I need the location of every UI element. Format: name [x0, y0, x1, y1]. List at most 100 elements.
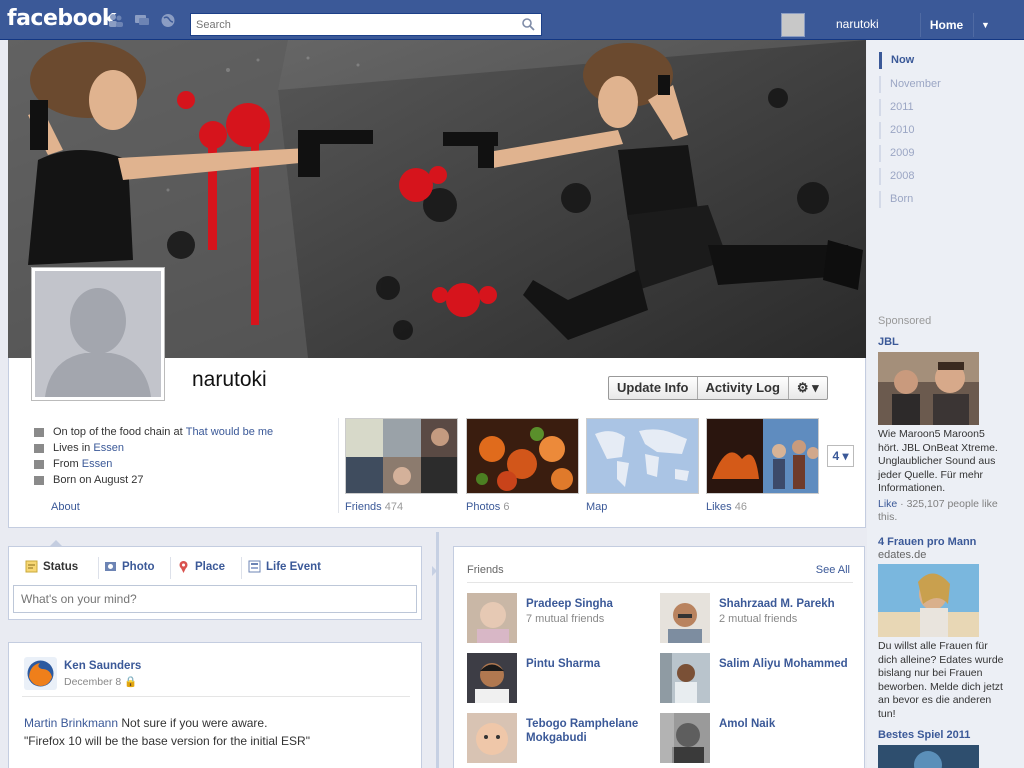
lives-in-link[interactable]: Essen	[93, 440, 124, 456]
friend-photo[interactable]	[467, 653, 517, 703]
ad-edates-title[interactable]: 4 Frauen pro Mann	[878, 536, 976, 548]
calendar-icon	[34, 475, 44, 485]
composer-tab-status[interactable]: Status	[25, 560, 78, 573]
notifications-globe-icon[interactable]	[160, 13, 176, 28]
map-tile-label[interactable]: Map	[586, 501, 607, 513]
mutual-friends-count[interactable]: 7 mutual friends	[526, 613, 604, 625]
ad-game-image[interactable]	[878, 745, 979, 768]
composer-divider	[98, 557, 99, 579]
ad-jbl-text: Wie Maroon5 Maroon5 hört. JBL OnBeat Xtr…	[878, 428, 998, 494]
composer-tab-photo[interactable]: Photo	[104, 560, 155, 573]
friend-item[interactable]: Tebogo Ramphelane Mokgabudi	[467, 713, 657, 763]
about-link[interactable]: About	[51, 501, 80, 513]
friend-photo[interactable]	[660, 713, 710, 763]
workplace-link[interactable]: That would be me	[186, 424, 273, 440]
photos-tile-label[interactable]: Photos 6	[466, 501, 509, 513]
post-author-name[interactable]: Ken Saunders	[64, 660, 141, 672]
friend-item[interactable]: Salim Aliyu Mohammed	[660, 653, 850, 703]
sponsored-heading: Sponsored	[878, 315, 932, 327]
friend-name[interactable]: Tebogo Ramphelane Mokgabudi	[526, 717, 661, 745]
firefox-logo-icon	[24, 657, 57, 690]
friend-item[interactable]: Pradeep Singha 7 mutual friends	[467, 593, 657, 643]
friends-box-heading[interactable]: Friends	[467, 564, 504, 576]
friend-name[interactable]: Pradeep Singha	[526, 597, 661, 611]
timeline-nav-2008[interactable]: 2008	[879, 168, 979, 185]
ad-jbl-likes: Like · 325,107 people like this.	[878, 498, 998, 523]
friend-name[interactable]: Shahrzaad M. Parekh	[719, 597, 854, 611]
profile-actions: Update Info Activity Log ⚙ ▾	[608, 376, 828, 400]
composer-tab-life-event[interactable]: Life Event	[248, 560, 321, 573]
mentioned-user-link[interactable]: Martin Brinkmann	[24, 716, 118, 730]
top-bar: facebook narutoki Home ▼	[0, 0, 1024, 40]
friend-name[interactable]: Pintu Sharma	[526, 657, 661, 671]
update-info-button[interactable]: Update Info	[609, 377, 698, 399]
friends-tile[interactable]	[345, 418, 458, 494]
account-menu-chevron-icon[interactable]: ▼	[973, 13, 997, 37]
ad-game-title[interactable]: Bestes Spiel 2011	[878, 729, 970, 741]
hometown-link[interactable]: Essen	[82, 456, 113, 472]
user-avatar[interactable]	[781, 13, 805, 37]
timeline-nav-2011[interactable]: 2011	[879, 99, 979, 116]
search-input[interactable]	[191, 14, 511, 35]
friend-photo[interactable]	[467, 713, 517, 763]
map-tile[interactable]	[586, 418, 699, 494]
place-pin-icon	[179, 561, 188, 573]
timeline-nav-november[interactable]: November	[879, 76, 979, 93]
info-row-born: Born on August 27	[30, 472, 330, 488]
friend-photo[interactable]	[660, 593, 710, 643]
friend-photo[interactable]	[660, 653, 710, 703]
home-button[interactable]: Home	[920, 13, 972, 37]
composer-tab-place[interactable]: Place	[177, 560, 225, 573]
friends-box: Friends See All Pradeep Singha 7 mutual …	[453, 546, 865, 768]
timeline-nav-2009[interactable]: 2009	[879, 145, 979, 162]
ad-jbl-like-button[interactable]: Like	[878, 498, 897, 510]
settings-gear-button[interactable]: ⚙ ▾	[789, 377, 827, 399]
default-avatar-silhouette-icon	[35, 271, 161, 397]
friend-requests-icon[interactable]	[108, 13, 124, 28]
photo-icon	[105, 562, 116, 571]
ad-jbl-title[interactable]: JBL	[878, 336, 899, 348]
likes-tile-label[interactable]: Likes 46	[706, 501, 747, 513]
activity-log-button[interactable]: Activity Log	[698, 377, 789, 399]
search-icon[interactable]	[521, 17, 535, 31]
friends-box-divider	[467, 582, 853, 583]
ad-edates-image[interactable]	[878, 564, 979, 637]
mutual-friends-count[interactable]: 2 mutual friends	[719, 613, 797, 625]
info-row-work: On top of the food chain at That would b…	[30, 424, 330, 440]
status-composer: Status Photo Place Life Event	[8, 540, 422, 620]
friend-item[interactable]: Pintu Sharma	[467, 653, 657, 703]
post-divider	[22, 696, 410, 697]
timeline-connector	[432, 566, 437, 576]
profile-picture[interactable]	[31, 267, 165, 401]
profile-info: On top of the food chain at That would b…	[30, 424, 330, 488]
post-author-avatar[interactable]	[24, 657, 57, 690]
timeline-nav-born[interactable]: Born	[879, 191, 979, 208]
friend-item[interactable]: Amol Naik	[660, 713, 850, 763]
friends-tile-label[interactable]: Friends 474	[345, 501, 403, 513]
see-all-friends-link[interactable]: See All	[816, 564, 850, 576]
timeline-post: Ken Saunders December 8 🔒 Martin Brinkma…	[8, 642, 422, 768]
messages-icon[interactable]	[134, 13, 150, 28]
timeline-nav-2010[interactable]: 2010	[879, 122, 979, 139]
post-date[interactable]: December 8 🔒	[64, 675, 137, 688]
info-row-from: From Essen	[30, 456, 330, 472]
ad-edates-domain[interactable]: edates.de	[878, 549, 926, 561]
timeline-nav-now[interactable]: Now	[879, 52, 979, 69]
friend-name[interactable]: Salim Aliyu Mohammed	[719, 657, 854, 671]
more-tiles-button[interactable]: 4 ▾	[827, 445, 854, 467]
composer-divider	[241, 557, 242, 579]
facebook-logo[interactable]: facebook	[7, 6, 117, 31]
friend-photo[interactable]	[467, 593, 517, 643]
friend-item[interactable]: Shahrzaad M. Parekh 2 mutual friends	[660, 593, 850, 643]
likes-tile[interactable]	[706, 418, 819, 494]
status-input[interactable]	[13, 585, 417, 613]
lock-privacy-icon[interactable]: 🔒	[124, 676, 137, 688]
info-divider	[338, 418, 339, 513]
post-text-line2: "Firefox 10 will be the base version for…	[24, 734, 310, 748]
user-name-link[interactable]: narutoki	[836, 17, 879, 31]
ad-jbl-image[interactable]	[878, 352, 979, 425]
friend-name[interactable]: Amol Naik	[719, 717, 854, 731]
life-event-icon	[248, 560, 261, 573]
photos-tile[interactable]	[466, 418, 579, 494]
post-text-line1: Martin Brinkmann Not sure if you were aw…	[24, 716, 268, 730]
